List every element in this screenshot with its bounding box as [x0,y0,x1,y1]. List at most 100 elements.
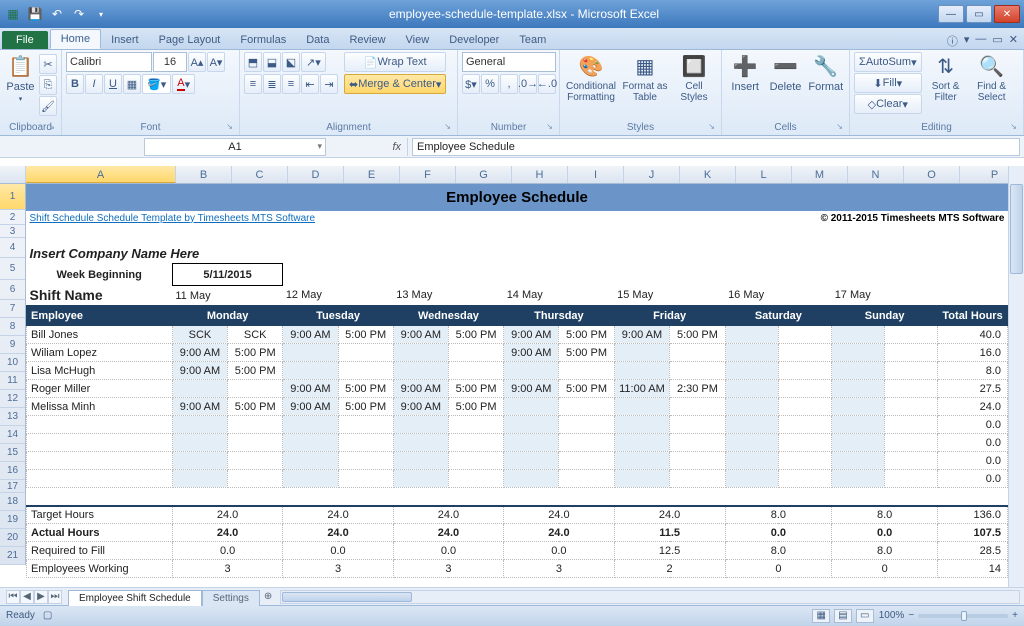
file-tab[interactable]: File [2,31,48,49]
tab-nav-next-icon[interactable]: ▶ [34,590,48,604]
cell-styles-button[interactable]: 🔲Cell Styles [672,52,716,103]
qat-dropdown-icon[interactable]: ▾ [92,5,110,23]
sheet-tab-settings[interactable]: Settings [202,590,260,606]
page-layout-view-icon[interactable]: ▤ [834,609,852,623]
tab-formulas[interactable]: Formulas [230,31,296,49]
wrap-text-button[interactable]: 📄 Wrap Text [344,52,446,72]
doc-min-icon[interactable]: — [975,33,986,49]
increase-indent-icon[interactable]: ⇥ [320,74,338,94]
sheet-content[interactable]: Employee ScheduleShift Schedule Schedule… [26,184,1008,578]
increase-decimal-icon[interactable]: .0→ [519,74,537,94]
zoom-in-icon[interactable]: + [1012,610,1018,621]
clear-button[interactable]: ◇ Clear ▾ [854,94,922,114]
percent-icon[interactable]: % [481,74,499,94]
font-size-combo[interactable]: 16 [153,52,187,72]
border-icon[interactable]: ▦ [123,74,141,94]
tab-data[interactable]: Data [296,31,339,49]
merge-center-button[interactable]: ⬌ Merge & Center ▾ [344,74,446,94]
maximize-button[interactable]: ▭ [966,5,992,23]
tab-nav-last-icon[interactable]: ⏭ [48,590,62,604]
minimize-ribbon-icon[interactable]: ⓘ [947,33,958,49]
column-headers[interactable]: ABCDEFGHIJKLMNOP [0,166,1024,184]
spreadsheet-grid[interactable]: ABCDEFGHIJKLMNOP 12345678910111213141516… [0,158,1024,587]
formula-bar: A1 fx Employee Schedule [0,136,1024,158]
align-center-icon[interactable]: ≣ [263,74,281,94]
autosum-button[interactable]: Σ AutoSum ▾ [854,52,922,72]
underline-button[interactable]: U [104,74,122,94]
shrink-font-icon[interactable]: A▾ [207,52,225,72]
align-bottom-icon[interactable]: ⬕ [282,52,300,72]
grow-font-icon[interactable]: A▴ [188,52,206,72]
group-editing: Editing [854,121,1019,135]
horizontal-scrollbar[interactable] [280,590,1020,604]
fx-label[interactable]: fx [328,138,408,156]
orientation-icon[interactable]: ↗▾ [301,52,326,72]
doc-max-icon[interactable]: ▭ [992,33,1002,49]
align-left-icon[interactable]: ≡ [244,74,262,94]
format-as-table-button[interactable]: ▦Format as Table [620,52,670,103]
tab-review[interactable]: Review [339,31,395,49]
quick-access-toolbar: ▦ 💾 ↶ ↷ ▾ [4,5,110,23]
status-bar: Ready ▢ ▦ ▤ ▭ 100% − + [0,605,1024,625]
ribbon-tabs: File Home Insert Page Layout Formulas Da… [0,28,1024,50]
row-headers[interactable]: 123456789101112131415161718192021 [0,184,26,565]
paste-button[interactable]: 📋Paste▾ [4,52,37,103]
name-box[interactable]: A1 [144,138,326,156]
group-font: Font [66,121,235,135]
status-ready: Ready [6,610,35,621]
window-title: employee-schedule-template.xlsx - Micros… [110,7,938,21]
insert-cells-button[interactable]: ➕Insert [726,52,764,93]
doc-close-icon[interactable]: ✕ [1009,33,1018,49]
currency-icon[interactable]: $▾ [462,74,480,94]
decrease-decimal-icon[interactable]: ←.0 [538,74,556,94]
save-icon[interactable]: 💾 [26,5,44,23]
conditional-formatting-button[interactable]: 🎨Conditional Formatting [564,52,618,103]
comma-icon[interactable]: , [500,74,518,94]
decrease-indent-icon[interactable]: ⇤ [301,74,319,94]
tab-nav-prev-icon[interactable]: ◀ [20,590,34,604]
sort-filter-button[interactable]: ⇅Sort & Filter [924,52,968,103]
ribbon: 📋Paste▾ ✂ ⎘ 🖌 Clipboard Calibri 16 A▴ A▾… [0,50,1024,136]
zoom-slider[interactable] [918,614,1008,618]
delete-cells-button[interactable]: ➖Delete [766,52,804,93]
format-painter-icon[interactable]: 🖌 [39,96,57,116]
undo-icon[interactable]: ↶ [48,5,66,23]
vertical-scrollbar[interactable] [1008,166,1024,587]
tab-team[interactable]: Team [509,31,556,49]
tab-nav-first-icon[interactable]: ⏮ [6,590,20,604]
tab-developer[interactable]: Developer [439,31,509,49]
group-styles: Styles [564,121,717,135]
minimize-button[interactable]: — [938,5,964,23]
page-break-view-icon[interactable]: ▭ [856,609,874,623]
find-select-button[interactable]: 🔍Find & Select [970,52,1014,103]
format-cells-button[interactable]: 🔧Format [807,52,845,93]
bold-button[interactable]: B [66,74,84,94]
excel-icon: ▦ [4,5,22,23]
formula-input[interactable]: Employee Schedule [412,138,1020,156]
fill-color-icon[interactable]: 🪣▾ [142,74,171,94]
ribbon-minimize-icon[interactable]: ▾ [964,33,970,49]
copy-icon[interactable]: ⎘ [39,75,57,95]
redo-icon[interactable]: ↷ [70,5,88,23]
number-format-combo[interactable]: General [462,52,556,72]
italic-button[interactable]: I [85,74,103,94]
align-middle-icon[interactable]: ⬓ [263,52,281,72]
macro-icon[interactable]: ▢ [43,610,52,621]
close-button[interactable]: ✕ [994,5,1020,23]
tab-home[interactable]: Home [50,29,101,49]
font-name-combo[interactable]: Calibri [66,52,152,72]
sheet-tab-active[interactable]: Employee Shift Schedule [68,590,202,606]
fill-button[interactable]: ⬇ Fill ▾ [854,73,922,93]
zoom-level[interactable]: 100% [879,610,905,621]
cut-icon[interactable]: ✂ [39,54,57,74]
align-right-icon[interactable]: ≡ [282,74,300,94]
sheet-tabs-bar: ⏮ ◀ ▶ ⏭ Employee Shift Schedule Settings… [0,587,1024,605]
new-sheet-icon[interactable]: ⊕ [260,591,276,602]
tab-insert[interactable]: Insert [101,31,149,49]
tab-page-layout[interactable]: Page Layout [149,31,231,49]
font-color-icon[interactable]: A▾ [172,74,195,94]
tab-view[interactable]: View [396,31,440,49]
zoom-out-icon[interactable]: − [908,610,914,621]
align-top-icon[interactable]: ⬒ [244,52,262,72]
normal-view-icon[interactable]: ▦ [812,609,830,623]
